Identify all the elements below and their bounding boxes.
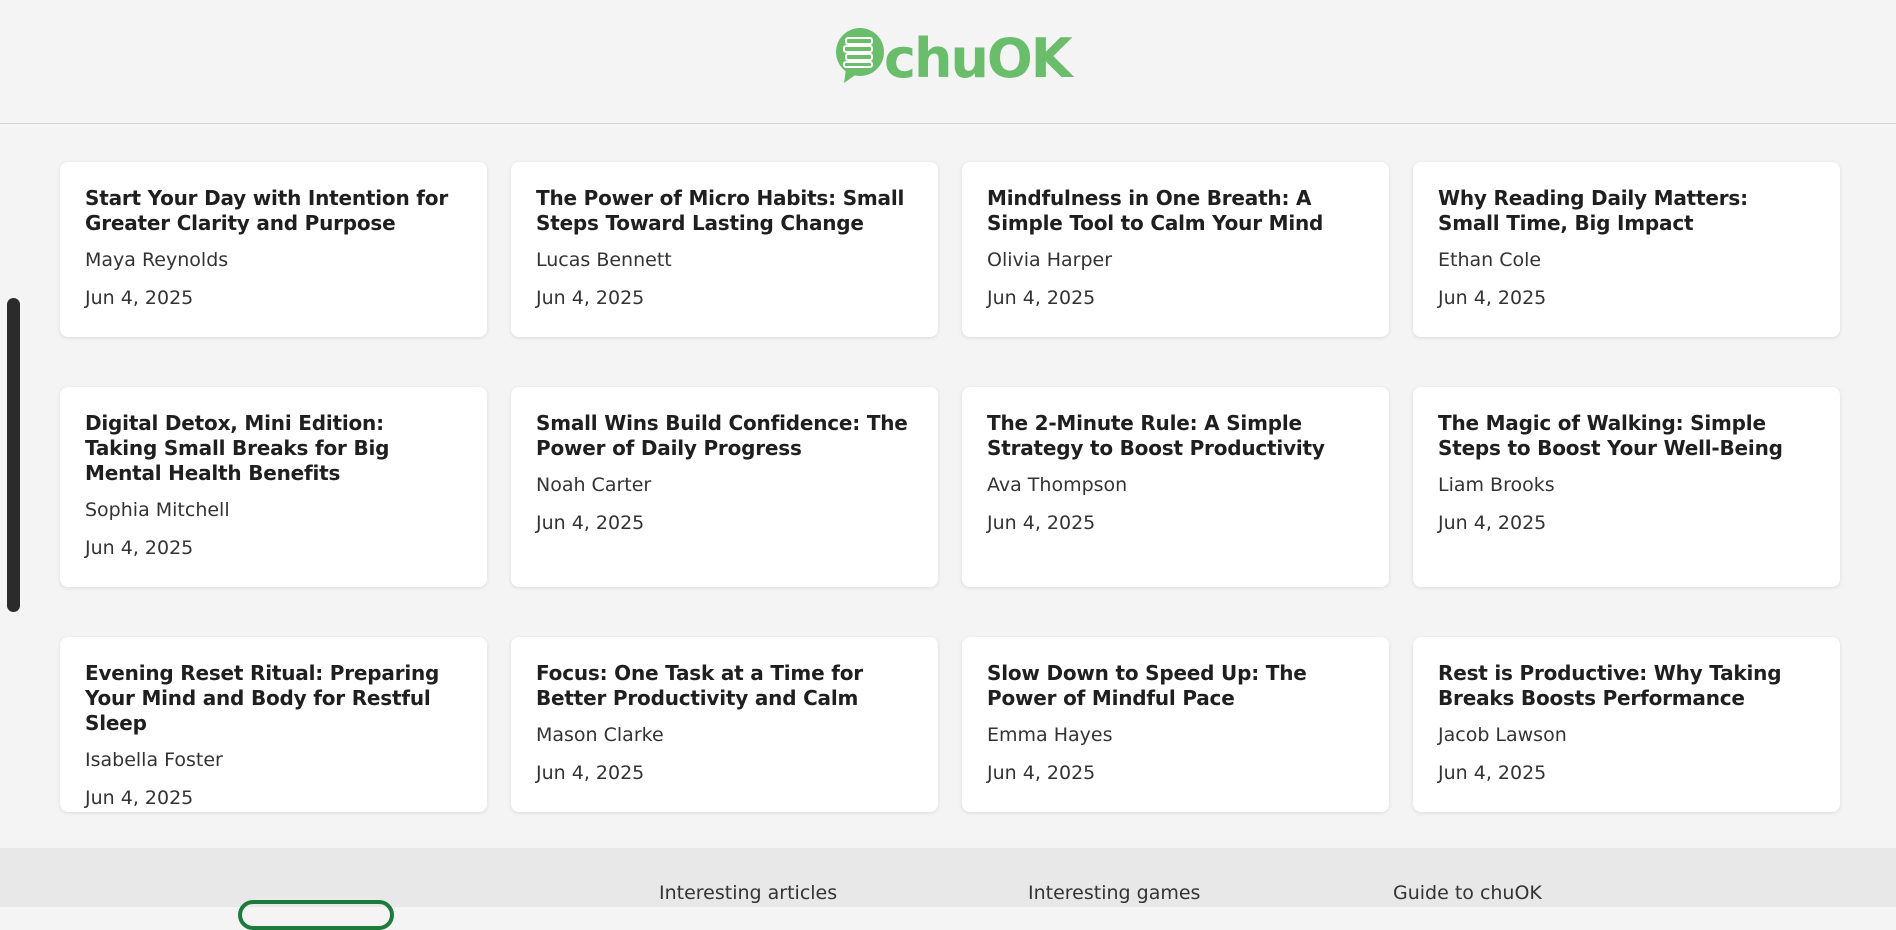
scrollbar-thumb[interactable] — [7, 298, 20, 612]
article-title[interactable]: Rest is Productive: Why Taking Breaks Bo… — [1438, 661, 1815, 711]
article-card[interactable]: Slow Down to Speed Up: The Power of Mind… — [962, 637, 1389, 812]
site-logo[interactable]: chuOK — [834, 24, 1073, 90]
article-author: Lucas Bennett — [536, 249, 672, 271]
article-date: Jun 4, 2025 — [536, 512, 645, 534]
article-date: Jun 4, 2025 — [987, 762, 1096, 784]
article-date: Jun 4, 2025 — [85, 287, 194, 309]
footer-link-interesting-articles[interactable]: Interesting articles — [659, 882, 837, 904]
article-date: Jun 4, 2025 — [536, 287, 645, 309]
article-title[interactable]: The Power of Micro Habits: Small Steps T… — [536, 186, 913, 236]
article-title[interactable]: Why Reading Daily Matters: Small Time, B… — [1438, 186, 1815, 236]
footer-link-guide[interactable]: Guide to chuOK — [1393, 882, 1542, 904]
article-card[interactable]: The 2-Minute Rule: A Simple Strategy to … — [962, 387, 1389, 587]
article-card[interactable]: Digital Detox, Mini Edition: Taking Smal… — [60, 387, 487, 587]
article-author: Jacob Lawson — [1438, 724, 1567, 746]
site-footer: Interesting articles Interesting games G… — [0, 848, 1896, 930]
article-card[interactable]: Mindfulness in One Breath: A Simple Tool… — [962, 162, 1389, 337]
article-title[interactable]: Small Wins Build Confidence: The Power o… — [536, 411, 913, 461]
article-date: Jun 4, 2025 — [1438, 512, 1547, 534]
article-card[interactable]: The Magic of Walking: Simple Steps to Bo… — [1413, 387, 1840, 587]
article-title[interactable]: The 2-Minute Rule: A Simple Strategy to … — [987, 411, 1364, 461]
article-card[interactable]: Small Wins Build Confidence: The Power o… — [511, 387, 938, 587]
article-title[interactable]: The Magic of Walking: Simple Steps to Bo… — [1438, 411, 1815, 461]
article-grid: Start Your Day with Intention for Greate… — [60, 162, 1842, 812]
article-title[interactable]: Start Your Day with Intention for Greate… — [85, 186, 462, 236]
article-date: Jun 4, 2025 — [85, 537, 194, 559]
footer-badge[interactable] — [238, 900, 394, 930]
article-title[interactable]: Digital Detox, Mini Edition: Taking Smal… — [85, 411, 462, 486]
article-title[interactable]: Slow Down to Speed Up: The Power of Mind… — [987, 661, 1364, 711]
article-title[interactable]: Mindfulness in One Breath: A Simple Tool… — [987, 186, 1364, 236]
article-author: Ethan Cole — [1438, 249, 1542, 271]
article-date: Jun 4, 2025 — [987, 287, 1096, 309]
article-card[interactable]: Rest is Productive: Why Taking Breaks Bo… — [1413, 637, 1840, 812]
article-author: Olivia Harper — [987, 249, 1113, 271]
article-author: Maya Reynolds — [85, 249, 229, 271]
article-author: Mason Clarke — [536, 724, 664, 746]
article-author: Isabella Foster — [85, 749, 223, 771]
article-title[interactable]: Evening Reset Ritual: Preparing Your Min… — [85, 661, 462, 736]
logo-chat-books-icon — [834, 25, 886, 85]
article-author: Sophia Mitchell — [85, 499, 230, 521]
article-author: Emma Hayes — [987, 724, 1113, 746]
article-card[interactable]: Evening Reset Ritual: Preparing Your Min… — [60, 637, 487, 812]
article-date: Jun 4, 2025 — [1438, 762, 1547, 784]
article-card[interactable]: Start Your Day with Intention for Greate… — [60, 162, 487, 337]
article-card[interactable]: The Power of Micro Habits: Small Steps T… — [511, 162, 938, 337]
article-author: Noah Carter — [536, 474, 652, 496]
article-date: Jun 4, 2025 — [987, 512, 1096, 534]
footer-link-interesting-games[interactable]: Interesting games — [1028, 882, 1200, 904]
logo-wordmark: chuOK — [884, 26, 1073, 90]
site-header: chuOK — [0, 0, 1896, 124]
article-date: Jun 4, 2025 — [1438, 287, 1547, 309]
article-date: Jun 4, 2025 — [536, 762, 645, 784]
article-card[interactable]: Focus: One Task at a Time for Better Pro… — [511, 637, 938, 812]
article-card[interactable]: Why Reading Daily Matters: Small Time, B… — [1413, 162, 1840, 337]
article-title[interactable]: Focus: One Task at a Time for Better Pro… — [536, 661, 913, 711]
article-author: Ava Thompson — [987, 474, 1128, 496]
article-date: Jun 4, 2025 — [85, 787, 194, 809]
article-author: Liam Brooks — [1438, 474, 1555, 496]
